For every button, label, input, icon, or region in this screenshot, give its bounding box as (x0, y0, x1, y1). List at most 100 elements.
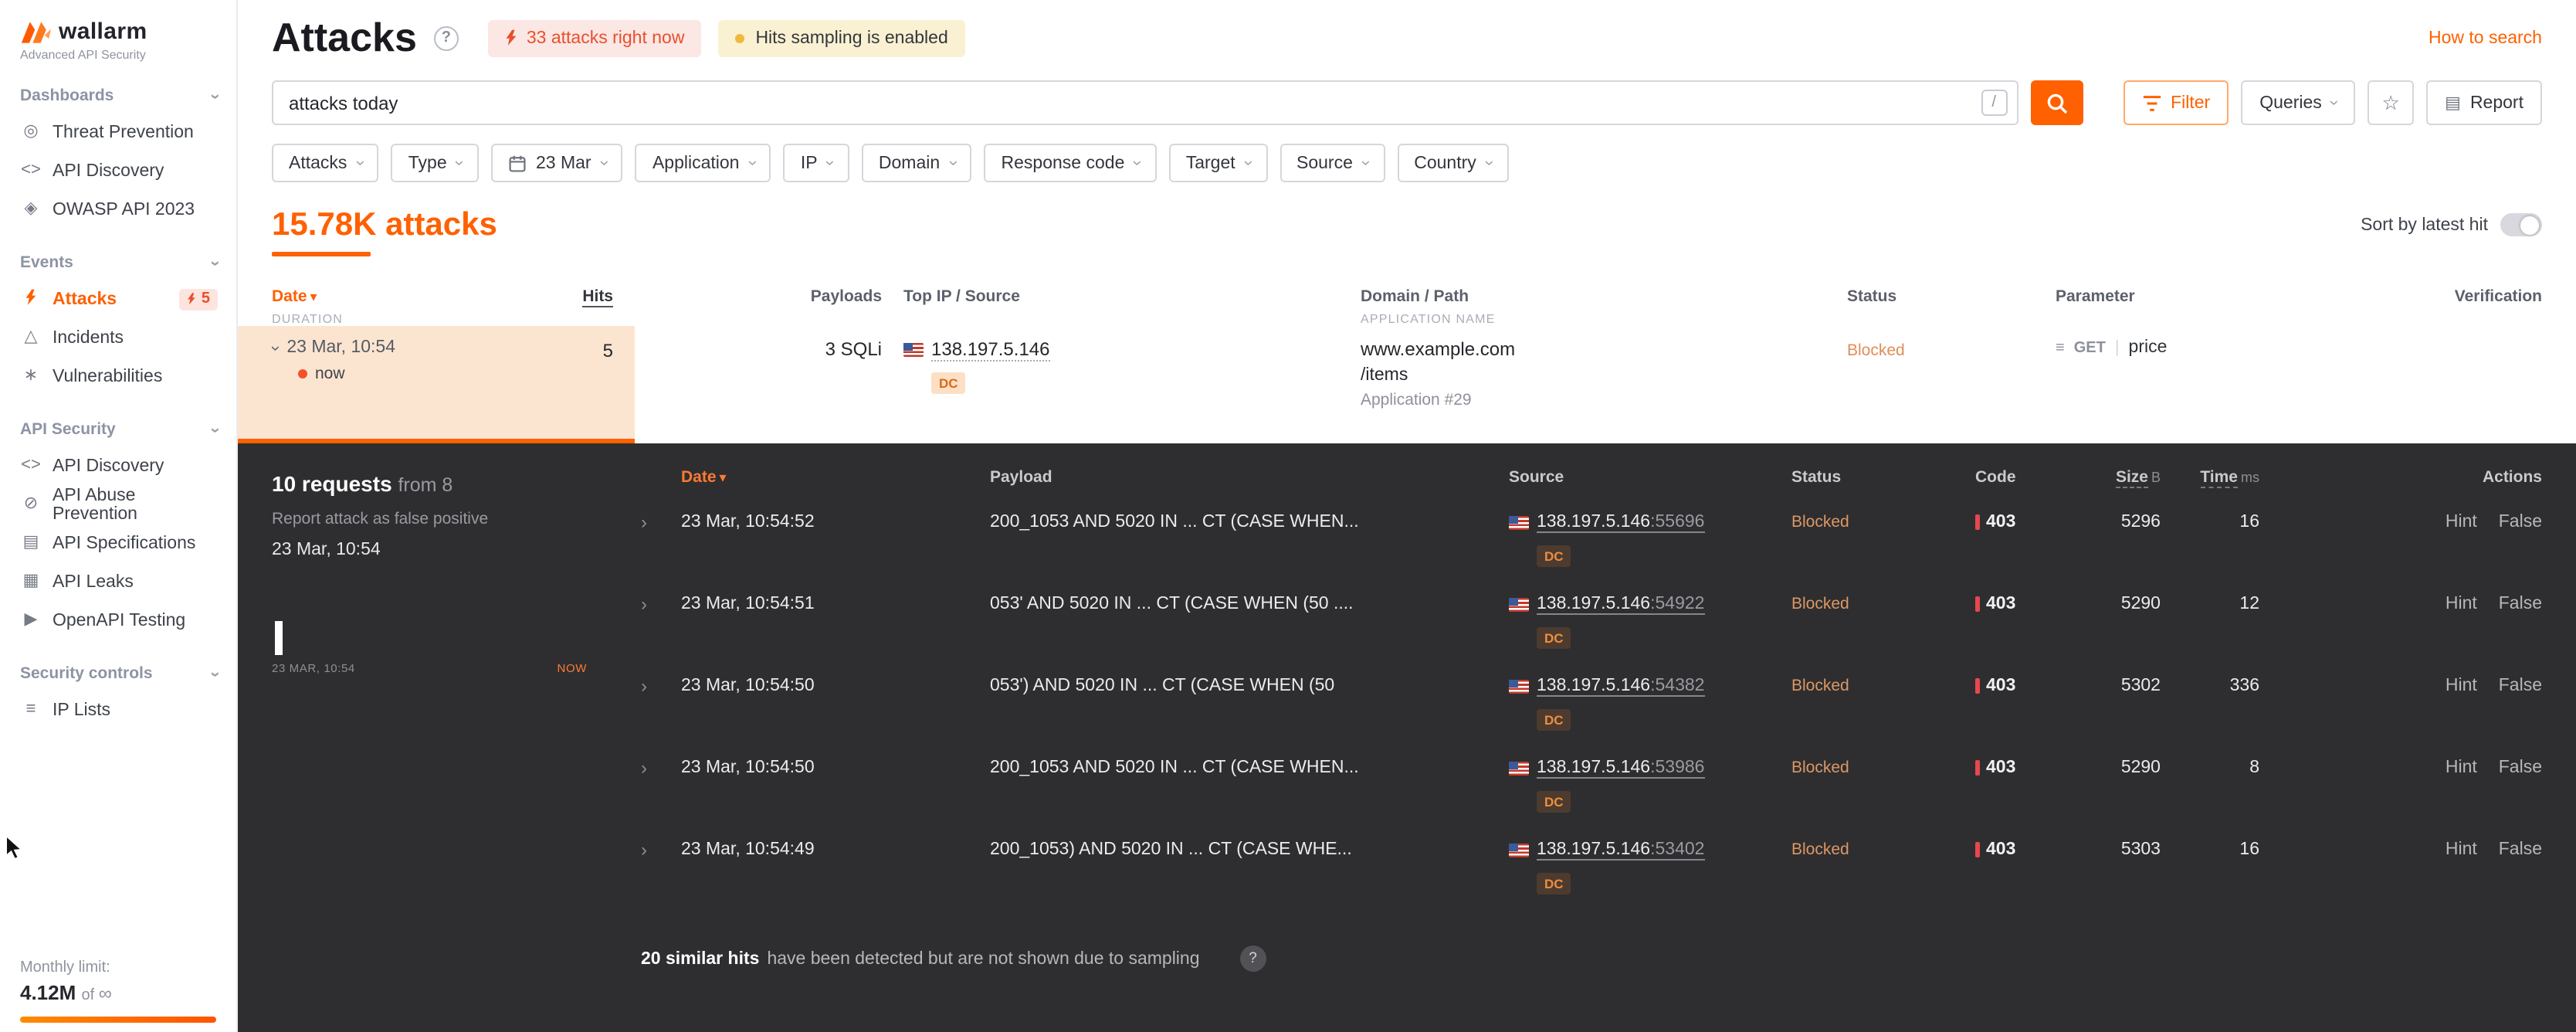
parameter-icon: ≡ (2056, 340, 2065, 357)
column-date[interactable]: Date (272, 287, 317, 306)
sidebar-item-incidents[interactable]: △ Incidents (20, 318, 236, 357)
sidebar-section-dashboards[interactable]: Dashboards (20, 87, 236, 105)
api-specifications-icon: ▤ (22, 533, 39, 552)
filter-chip-domain[interactable]: Domain (861, 144, 972, 182)
hint-link[interactable]: Hint (2446, 677, 2477, 695)
expand-chevron-icon[interactable] (641, 677, 681, 695)
hint-link[interactable]: Hint (2446, 513, 2477, 531)
sidebar-section-security-controls[interactable]: Security controls (20, 664, 236, 683)
report-false-positive-link[interactable]: Report attack as false positive (272, 510, 641, 528)
search-input[interactable] (272, 80, 2018, 125)
attack-row[interactable]: 23 Mar, 10:54 now 5 3 SQLi 138.197.5.146… (238, 326, 2576, 443)
chevron-down-icon (212, 254, 218, 271)
chevron-down-icon (456, 154, 462, 171)
attack-detail-panel: 10 requests from 8 Report attack as fals… (238, 443, 2576, 1032)
sidebar-item-owasp-api[interactable]: ◈ OWASP API 2023 (20, 190, 236, 229)
false-link[interactable]: False (2499, 677, 2542, 695)
attack-source: 138.197.5.146 DC (882, 326, 1361, 443)
chevron-down-icon (2331, 94, 2337, 111)
sidebar-item-api-leaks[interactable]: ▦ API Leaks (20, 562, 236, 601)
collapse-chevron-icon[interactable] (272, 339, 277, 356)
filter-button[interactable]: Filter (2123, 80, 2229, 125)
question-icon[interactable]: ? (1239, 945, 1266, 972)
sidebar-item-vulnerabilities[interactable]: ∗ Vulnerabilities (20, 357, 236, 395)
attack-payloads[interactable]: 3 SQLi (635, 326, 882, 443)
hit-status: Blocked (1791, 677, 1849, 695)
sidebar-item-api-discovery-2[interactable]: <> API Discovery (20, 446, 236, 485)
expand-chevron-icon[interactable] (641, 513, 681, 531)
filter-chip-attacks[interactable]: Attacks (272, 144, 379, 182)
hits-column-date[interactable]: Date (681, 468, 990, 487)
sidebar-item-threat-prevention[interactable]: ◎ Threat Prevention (20, 113, 236, 151)
filter-chip-source[interactable]: Source (1280, 144, 1385, 182)
hit-date: 23 Mar, 10:54:50 (681, 759, 815, 777)
lightning-icon (506, 29, 517, 46)
sidebar-item-attacks[interactable]: Attacks 5 (20, 280, 236, 318)
hit-row[interactable]: 23 Mar, 10:54:50 053') AND 5020 IN ... C… (641, 669, 2542, 751)
hit-source: 138.197.5.146:53986 DC (1509, 759, 1791, 813)
sort-toggle[interactable] (2500, 213, 2542, 236)
hit-row[interactable]: 23 Mar, 10:54:51 053' AND 5020 IN ... CT… (641, 587, 2542, 669)
expand-chevron-icon[interactable] (641, 595, 681, 613)
false-link[interactable]: False (2499, 759, 2542, 777)
sidebar-item-api-specifications[interactable]: ▤ API Specifications (20, 524, 236, 562)
column-hits[interactable]: Hits (582, 287, 613, 307)
us-flag-icon (1509, 598, 1529, 612)
status-badge: Blocked (1847, 341, 1905, 360)
sidebar-item-api-discovery[interactable]: <> API Discovery (20, 151, 236, 190)
hit-row[interactable]: 23 Mar, 10:54:49 200_1053) AND 5020 IN .… (641, 833, 2542, 915)
hit-code: 403 (1975, 677, 2068, 695)
wallarm-console: wallarm Advanced API Security Dashboards… (0, 0, 2576, 1032)
sidebar-item-api-abuse-prevention[interactable]: ⊘ API Abuse Prevention (20, 485, 236, 524)
filter-chip-date[interactable]: 23 Mar (491, 144, 623, 182)
hint-link[interactable]: Hint (2446, 595, 2477, 613)
expand-chevron-icon[interactable] (641, 759, 681, 777)
hint-link[interactable]: Hint (2446, 759, 2477, 777)
queries-button[interactable]: Queries (2241, 80, 2356, 125)
column-status: Status (1847, 287, 1897, 306)
hit-row[interactable]: 23 Mar, 10:54:50 200_1053 AND 5020 IN ..… (641, 751, 2542, 833)
wallarm-logo[interactable]: wallarm (20, 19, 236, 45)
favorite-button[interactable]: ☆ (2368, 80, 2415, 125)
attack-domain-cell: www.example.com /items Application #29 (1361, 326, 1847, 443)
filter-chip-response-code[interactable]: Response code (984, 144, 1157, 182)
attack-ip[interactable]: 138.197.5.146 (931, 338, 1050, 362)
filter-chip-type[interactable]: Type (391, 144, 479, 182)
sidebar-section-api-security[interactable]: API Security (20, 420, 236, 439)
chevron-down-icon (949, 154, 954, 171)
filter-chip-ip[interactable]: IP (783, 144, 849, 182)
search-box: / (272, 80, 2018, 125)
hit-status: Blocked (1791, 513, 1849, 531)
search-button[interactable] (2030, 80, 2083, 125)
datacenter-tag: DC (1537, 627, 1571, 649)
api-discovery-icon: <> (21, 161, 41, 179)
how-to-search-link[interactable]: How to search (2429, 29, 2542, 47)
hits-column-size[interactable]: Size B (2068, 468, 2161, 488)
attacks-table-header: Date DURATION Hits Payloads Top IP / Sou… (238, 287, 2576, 326)
hits-column-status: Status (1791, 468, 1842, 487)
detail-date: 23 Mar, 10:54 (272, 541, 381, 559)
hit-row[interactable]: 23 Mar, 10:54:52 200_1053 AND 5020 IN ..… (641, 505, 2542, 587)
hint-link[interactable]: Hint (2446, 840, 2477, 859)
calendar-icon (509, 154, 526, 171)
sidebar-item-ip-lists[interactable]: ≡ IP Lists (20, 691, 236, 729)
incidents-icon: △ (24, 328, 38, 346)
filter-chip-application[interactable]: Application (635, 144, 771, 182)
hits-column-time[interactable]: Time ms (2161, 468, 2259, 488)
filter-chip-country[interactable]: Country (1397, 144, 1509, 182)
hit-date: 23 Mar, 10:54:52 (681, 513, 815, 531)
code-bar-icon (1975, 514, 1980, 530)
hit-actions: Hint False (2259, 513, 2542, 531)
sidebar-item-openapi-testing[interactable]: ▶ OpenAPI Testing (20, 601, 236, 640)
chevron-down-icon (212, 87, 218, 104)
false-link[interactable]: False (2499, 513, 2542, 531)
filter-chip-target[interactable]: Target (1168, 144, 1267, 182)
report-button[interactable]: ▤ Report (2426, 80, 2542, 125)
false-link[interactable]: False (2499, 840, 2542, 859)
expand-chevron-icon[interactable] (641, 840, 681, 859)
sidebar-section-events[interactable]: Events (20, 253, 236, 272)
false-link[interactable]: False (2499, 595, 2542, 613)
help-icon[interactable]: ? (433, 25, 459, 50)
chevron-down-icon (1486, 154, 1491, 171)
chevron-down-icon (212, 665, 218, 682)
